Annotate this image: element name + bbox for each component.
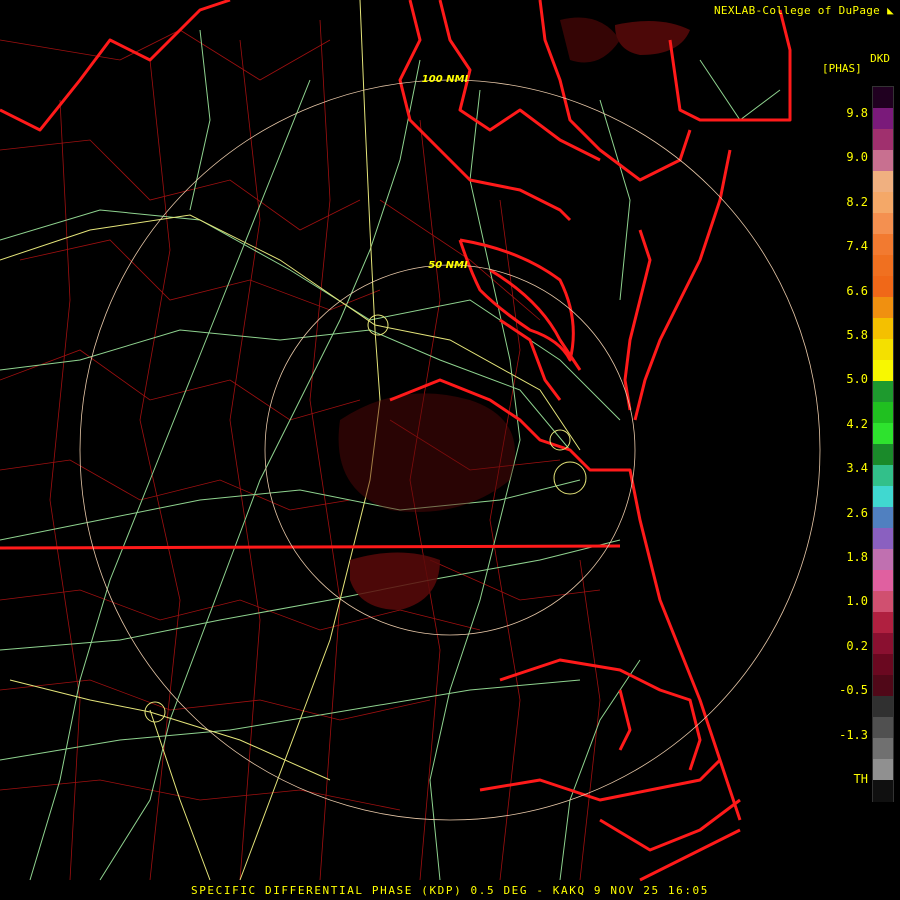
color-scale-segment bbox=[873, 633, 893, 655]
color-scale-tick: 0.2 bbox=[846, 638, 868, 653]
color-scale-segment bbox=[873, 213, 893, 235]
color-scale-segment bbox=[873, 570, 893, 592]
color-scale-segment bbox=[873, 108, 893, 130]
color-scale-segment bbox=[873, 360, 893, 382]
radar-map[interactable]: 50 NMI 100 NMI bbox=[0, 0, 900, 900]
color-scale-tick: 1.0 bbox=[846, 594, 868, 609]
color-scale-segment bbox=[873, 381, 893, 403]
color-scale-segment bbox=[873, 255, 893, 277]
color-scale-segment bbox=[873, 87, 893, 109]
source-header: NEXLAB-College of DuPage ◣ bbox=[714, 4, 894, 17]
color-scale-tick: 9.0 bbox=[846, 150, 868, 165]
color-scale-segment bbox=[873, 129, 893, 151]
color-scale-tick: 5.8 bbox=[846, 328, 868, 342]
cod-logo-icon: ◣ bbox=[887, 4, 894, 17]
color-scale-tick: 1.8 bbox=[846, 550, 868, 564]
product-unit: [PHAS] bbox=[822, 62, 862, 75]
color-scale-segment bbox=[873, 780, 893, 802]
color-scale-tick: -0.5 bbox=[839, 683, 868, 698]
product-code: DKD bbox=[870, 52, 890, 65]
range-ring-label-100: 100 NMI bbox=[422, 74, 469, 85]
product-caption: SPECIFIC DIFFERENTIAL PHASE (KDP) 0.5 DE… bbox=[190, 884, 710, 897]
color-scale-tick: 9.8 bbox=[846, 106, 868, 120]
color-scale-segment bbox=[873, 738, 893, 760]
color-scale-segment bbox=[873, 507, 893, 529]
color-scale-tick: 5.0 bbox=[846, 372, 868, 387]
color-scale-segment bbox=[873, 423, 893, 445]
color-scale-segment bbox=[873, 234, 893, 256]
color-scale-segment bbox=[873, 654, 893, 676]
color-scale-tick: 6.6 bbox=[846, 283, 868, 298]
color-scale-bar bbox=[872, 86, 894, 802]
color-scale-segment bbox=[873, 759, 893, 781]
color-scale-segment bbox=[873, 465, 893, 487]
color-scale-segment bbox=[873, 339, 893, 361]
color-scale-tick: 2.6 bbox=[846, 505, 868, 520]
color-scale-segment bbox=[873, 318, 893, 340]
color-scale-tick: TH bbox=[853, 772, 868, 786]
color-scale-segment bbox=[873, 486, 893, 508]
color-scale-segment bbox=[873, 612, 893, 634]
color-scale-segment bbox=[873, 150, 893, 172]
color-scale-segment bbox=[873, 444, 893, 466]
source-label: NEXLAB-College of DuPage bbox=[713, 4, 881, 17]
color-scale-segment bbox=[873, 591, 893, 613]
color-scale-segment bbox=[873, 549, 893, 571]
color-scale-segment bbox=[873, 171, 893, 193]
color-scale-segment bbox=[873, 276, 893, 298]
color-scale-tick: -1.3 bbox=[839, 727, 868, 742]
color-scale-segment bbox=[873, 297, 893, 319]
color-scale-segment bbox=[873, 402, 893, 424]
color-scale-segment bbox=[873, 696, 893, 718]
color-scale-segment bbox=[873, 528, 893, 550]
range-ring-label-50: 50 NMI bbox=[428, 260, 468, 271]
color-scale-segment bbox=[873, 675, 893, 697]
color-scale-tick: 7.4 bbox=[846, 239, 868, 254]
color-scale-tick: 8.2 bbox=[846, 194, 868, 209]
color-scale-tick: 3.4 bbox=[846, 461, 868, 476]
color-scale-tick: 4.2 bbox=[846, 416, 868, 431]
color-scale-segment bbox=[873, 717, 893, 739]
color-scale-segment bbox=[873, 192, 893, 214]
